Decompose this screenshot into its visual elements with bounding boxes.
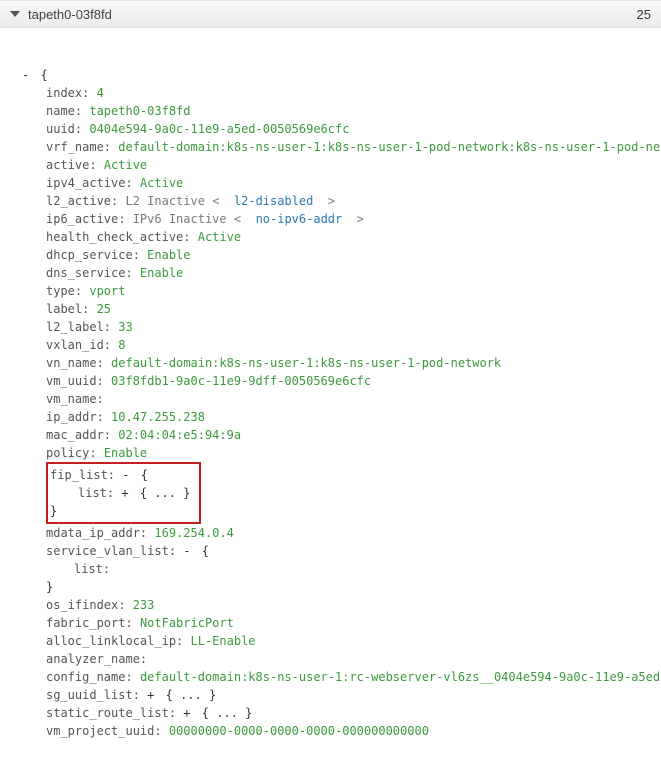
prop-dhcp-service[interactable]: dhcp_service: Enable — [46, 246, 661, 264]
expand-toggle[interactable]: + — [183, 704, 190, 722]
expand-toggle[interactable]: + — [147, 686, 154, 704]
prop-l2-active[interactable]: l2_active: L2 Inactive < l2-disabled > — [46, 192, 661, 210]
collapse-toggle[interactable]: - — [22, 66, 29, 84]
prop-fabric-port[interactable]: fabric_port: NotFabricPort — [46, 614, 661, 632]
prop-vm-uuid[interactable]: vm_uuid: 03f8fdb1-9a0c-11e9-9dff-0050569… — [46, 372, 661, 390]
section-header[interactable]: tapeth0-03f8fd 25 — [0, 0, 661, 28]
prop-mdata-ip[interactable]: mdata_ip_addr: 169.254.0.4 — [46, 524, 661, 542]
prop-vm-project-uuid[interactable]: vm_project_uuid: 00000000-0000-0000-0000… — [46, 722, 661, 740]
fip-list-inner[interactable]: list: + { ... } — [50, 484, 193, 502]
prop-l2-label[interactable]: l2_label: 33 — [46, 318, 661, 336]
prop-config-name[interactable]: config_name: default-domain:k8s-ns-user-… — [46, 668, 661, 686]
prop-index[interactable]: index: 4 — [46, 84, 661, 102]
prop-label[interactable]: label: 25 — [46, 300, 661, 318]
prop-name[interactable]: name: tapeth0-03f8fd — [46, 102, 661, 120]
brace-close: } — [46, 578, 661, 596]
section-count: 25 — [637, 7, 651, 22]
expand-toggle[interactable]: + — [121, 484, 128, 502]
prop-vrf-name[interactable]: vrf_name: default-domain:k8s-ns-user-1:k… — [46, 138, 661, 156]
prop-dns-service[interactable]: dns_service: Enable — [46, 264, 661, 282]
root-open[interactable]: - { — [22, 66, 661, 84]
prop-uuid[interactable]: uuid: 0404e594-9a0c-11e9-a5ed-0050569e6c… — [46, 120, 661, 138]
prop-ipv4-active[interactable]: ipv4_active: Active — [46, 174, 661, 192]
section-title: tapeth0-03f8fd — [28, 7, 637, 22]
collapse-toggle[interactable]: - — [183, 542, 190, 560]
prop-type[interactable]: type: vport — [46, 282, 661, 300]
prop-mac-addr[interactable]: mac_addr: 02:04:04:e5:94:9a — [46, 426, 661, 444]
prop-ip-addr[interactable]: ip_addr: 10.47.255.238 — [46, 408, 661, 426]
prop-active[interactable]: active: Active — [46, 156, 661, 174]
json-body: - { index: 4 name: tapeth0-03f8fd uuid: … — [0, 28, 661, 740]
prop-fip-list[interactable]: fip_list: - { — [50, 466, 193, 484]
prop-health-check[interactable]: health_check_active: Active — [46, 228, 661, 246]
ip6-flag[interactable]: no-ipv6-addr — [248, 212, 349, 226]
brace-close: } — [50, 502, 193, 520]
fip-list-highlight: fip_list: - { list: + { ... } } — [46, 462, 661, 524]
prop-os-ifindex[interactable]: os_ifindex: 233 — [46, 596, 661, 614]
prop-policy[interactable]: policy: Enable — [46, 444, 661, 462]
prop-vm-name[interactable]: vm_name: — [46, 390, 661, 408]
brace-open: { — [40, 68, 47, 82]
prop-sg-uuid-list[interactable]: sg_uuid_list: + { ... } — [46, 686, 661, 704]
prop-static-route-list[interactable]: static_route_list: + { ... } — [46, 704, 661, 722]
properties: index: 4 name: tapeth0-03f8fd uuid: 0404… — [22, 84, 661, 740]
collapse-toggle[interactable]: - — [122, 466, 129, 484]
prop-analyzer-name[interactable]: analyzer_name: — [46, 650, 661, 668]
prop-service-vlan-list[interactable]: service_vlan_list: - { — [46, 542, 661, 560]
prop-vn-name[interactable]: vn_name: default-domain:k8s-ns-user-1:k8… — [46, 354, 661, 372]
prop-alloc-linklocal-ip[interactable]: alloc_linklocal_ip: LL-Enable — [46, 632, 661, 650]
l2-flag[interactable]: l2-disabled — [227, 194, 321, 208]
service-vlan-inner[interactable]: list: — [46, 560, 661, 578]
prop-ip6-active[interactable]: ip6_active: IPv6 Inactive < no-ipv6-addr… — [46, 210, 661, 228]
caret-down-icon — [10, 11, 20, 17]
prop-vxlan-id[interactable]: vxlan_id: 8 — [46, 336, 661, 354]
